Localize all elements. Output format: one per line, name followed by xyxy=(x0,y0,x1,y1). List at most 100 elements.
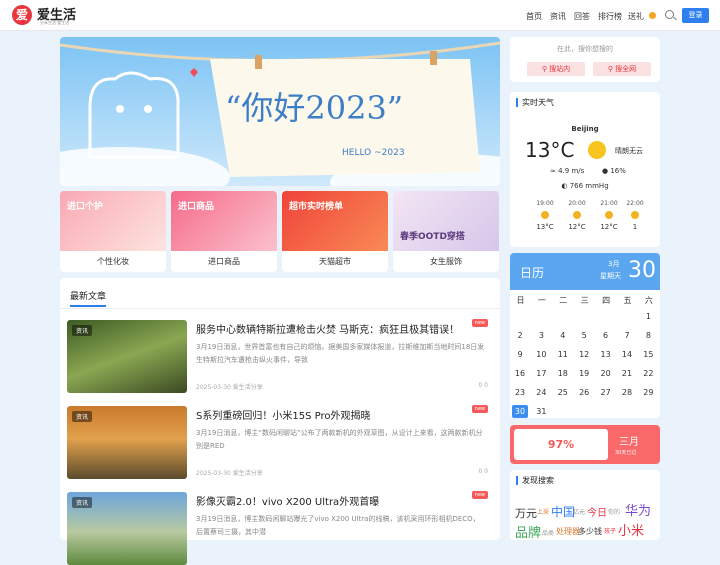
calendar-day-cell[interactable]: 6 xyxy=(598,329,614,342)
keyword-link[interactable]: 小米 xyxy=(618,520,644,539)
search-input[interactable]: 在此，搜你想搜的 xyxy=(510,44,660,54)
keyword-link[interactable]: 华为 xyxy=(625,500,651,519)
category-label: 个性化妆 xyxy=(97,257,129,266)
article-item[interactable]: 资讯 服务中心数辆特斯拉遭枪击火焚 马斯克：疯狂且极其错误！ 3月19日消息，世… xyxy=(67,319,493,393)
discover-title: 发现搜索 xyxy=(516,476,554,485)
weekday-label: 四 xyxy=(602,296,611,305)
calendar-day-cell[interactable]: 27 xyxy=(598,386,614,399)
keyword-link[interactable]: 亿元 xyxy=(573,507,585,516)
calendar-day-cell[interactable]: 25 xyxy=(555,386,571,399)
section-title: 最新文章 xyxy=(70,292,107,302)
nav-news[interactable]: 资讯 xyxy=(550,11,566,22)
keyword-link[interactable]: 中国 xyxy=(551,503,575,520)
article-stats: 0 0 xyxy=(478,382,488,389)
category-card-supermarket[interactable]: 超市实时榜单 天猫超市 xyxy=(282,191,388,272)
calendar-day-cell[interactable]: 26 xyxy=(576,386,592,399)
hour-forecast: 22:00 1 xyxy=(626,200,644,231)
calendar-day-cell[interactable]: 4 xyxy=(555,329,571,342)
progress-bar: 97% xyxy=(514,429,608,460)
keyword-link[interactable]: 上采 xyxy=(537,507,549,516)
site-slogan: 分享生活·爱生活 xyxy=(40,20,70,25)
calendar-day-cell[interactable]: 23 xyxy=(512,386,528,399)
category-card-fashion[interactable]: 春季OOTD穿搭 女生服饰 xyxy=(393,191,499,272)
article-item[interactable]: 资讯 影像灭霸2.0！vivo X200 Ultra外观首曝 3月19日消息，博… xyxy=(67,491,493,565)
keyword-link[interactable]: 万元 xyxy=(515,505,537,521)
article-title[interactable]: 影像灭霸2.0！vivo X200 Ultra外观首曝 xyxy=(196,493,379,508)
calendar-day-cell[interactable]: 2 xyxy=(512,329,528,342)
category-label: 天猫超市 xyxy=(319,257,351,266)
category-image: 进口商品 xyxy=(171,191,277,251)
category-image: 进口个护 xyxy=(60,191,166,251)
article-meta: 2025-03-30 爱生活分享 xyxy=(196,470,263,477)
calendar-day-cell[interactable]: 20 xyxy=(598,367,614,380)
humidity-value: ● 16% xyxy=(602,167,626,175)
calendar-header: 日历 3月 星期天 30 xyxy=(510,253,660,290)
new-badge: new xyxy=(471,491,488,499)
calendar-day-cell[interactable]: 5 xyxy=(576,329,592,342)
search-web-button[interactable]: ⚲ 搜全网 xyxy=(593,62,651,76)
article-item[interactable]: 资讯 S系列重磅回归！小米15S Pro外观揭晓 3月19日消息，博主“数码闲聊… xyxy=(67,405,493,479)
nav-answers[interactable]: 回答 xyxy=(574,11,590,22)
nav-ranking[interactable]: 排行榜 xyxy=(598,11,622,22)
hour-forecast: 21:00 12°C xyxy=(600,200,618,231)
article-desc: 3月19日消息，世界首富也有自己的烦恼。据美国多家媒体报道，拉斯维加斯当地时间1… xyxy=(196,343,485,364)
calendar-day-cell[interactable]: 1 xyxy=(640,310,656,323)
calendar-day-cell[interactable]: 18 xyxy=(555,367,571,380)
article-thumbnail[interactable]: 资讯 xyxy=(67,492,187,565)
keyword-link[interactable]: 品类 xyxy=(542,528,554,537)
search-panel: 在此，搜你想搜的 ⚲ 搜站内 ⚲ 搜全网 xyxy=(510,37,660,82)
theme-toggle-icon[interactable] xyxy=(649,12,656,19)
calendar-day-cell[interactable]: 17 xyxy=(533,367,549,380)
month-progress: 97% 三月 30天已过 xyxy=(510,425,660,464)
keyword-link[interactable]: 你的 xyxy=(608,507,620,516)
nav-home[interactable]: 首页 xyxy=(526,11,542,22)
search-site-button[interactable]: ⚲ 搜站内 xyxy=(527,62,585,76)
keyword-link[interactable]: 品牌 xyxy=(515,522,541,541)
logo-icon[interactable]: 爱 xyxy=(12,5,32,25)
calendar-day-cell[interactable]: 22 xyxy=(640,367,656,380)
category-label: 进口商品 xyxy=(208,257,240,266)
calendar-day-cell[interactable]: 24 xyxy=(533,386,549,399)
category-image: 春季OOTD穿搭 xyxy=(393,191,499,251)
category-card-makeup[interactable]: 进口个护 个性化妆 xyxy=(60,191,166,272)
calendar-day-cell[interactable]: 14 xyxy=(619,348,635,361)
calendar-weekday: 星期天 xyxy=(600,272,621,280)
calendar-day-cell[interactable]: 15 xyxy=(640,348,656,361)
keyword-link[interactable]: 孩子 xyxy=(604,526,616,535)
weekday-label: 三 xyxy=(580,296,589,305)
keyword-link[interactable]: 今日 xyxy=(587,504,607,519)
calendar-day-cell[interactable]: 16 xyxy=(512,367,528,380)
calendar-day-cell[interactable]: 28 xyxy=(619,386,635,399)
weekday-label: 六 xyxy=(644,296,653,305)
calendar-day-cell[interactable]: 8 xyxy=(640,329,656,342)
calendar-day-cell[interactable]: 10 xyxy=(533,348,549,361)
article-title[interactable]: S系列重磅回归！小米15S Pro外观揭晓 xyxy=(196,407,370,422)
banner-headline: “你好2023” xyxy=(225,89,404,127)
calendar-widget: 日历 3月 星期天 30 日一二三四五六 1 2 3 4 5 6 7 8 9 10 11 12 13 14 1… xyxy=(510,253,660,418)
top-header: 爱 爱生活 分享生活·爱生活 首页 资讯 回答 排行榜 送礼 登录 xyxy=(0,0,720,31)
calendar-day-cell[interactable]: 19 xyxy=(576,367,592,380)
hero-banner[interactable]: “你好2023” HELLO ~2023 xyxy=(60,37,500,186)
article-title[interactable]: 服务中心数辆特斯拉遭枪击火焚 马斯克：疯狂且极其错误！ xyxy=(196,321,459,336)
pressure-value: ◐ 766 mmHg xyxy=(561,182,609,190)
calendar-day-cell[interactable]: 11 xyxy=(555,348,571,361)
login-button[interactable]: 登录 xyxy=(682,8,709,23)
calendar-day-cell[interactable]: 13 xyxy=(598,348,614,361)
keyword-link[interactable]: 多少钱 xyxy=(578,526,602,537)
calendar-day-cell[interactable]: 31 xyxy=(533,405,549,418)
calendar-day-cell[interactable]: 21 xyxy=(619,367,635,380)
keyword-link[interactable]: 处理器 xyxy=(556,526,580,537)
calendar-day-cell[interactable]: 7 xyxy=(619,329,635,342)
category-image: 超市实时榜单 xyxy=(282,191,388,251)
calendar-day-cell[interactable]: 29 xyxy=(640,386,656,399)
search-icon[interactable] xyxy=(665,10,674,19)
calendar-today[interactable]: 30 xyxy=(512,405,528,418)
article-desc: 3月19日消息，博主数码闲聊站曝光了vivo X200 Ultra的线稿，该机采… xyxy=(196,515,480,536)
article-thumbnail[interactable]: 资讯 xyxy=(67,320,187,393)
calendar-day-cell[interactable]: 3 xyxy=(533,329,549,342)
article-thumbnail[interactable]: 资讯 xyxy=(67,406,187,479)
calendar-day-cell[interactable]: 12 xyxy=(576,348,592,361)
category-card-import[interactable]: 进口商品 进口商品 xyxy=(171,191,277,272)
calendar-day-cell[interactable]: 9 xyxy=(512,348,528,361)
nav-gift[interactable]: 送礼 xyxy=(628,11,644,22)
